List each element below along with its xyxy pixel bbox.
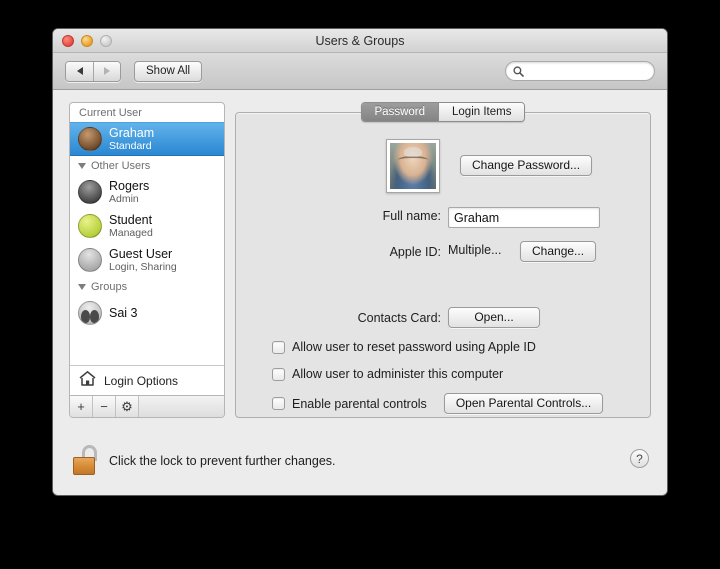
navigation-segmented-control xyxy=(65,60,121,82)
contacts-card-label: Contacts Card: xyxy=(357,311,441,325)
unlocked-padlock-icon[interactable] xyxy=(73,445,99,475)
tab-login-items[interactable]: Login Items xyxy=(438,103,525,121)
full-name-input[interactable] xyxy=(448,207,600,228)
left-arrow-icon xyxy=(76,67,83,75)
show-all-button[interactable]: Show All xyxy=(134,60,203,82)
chevron-down-icon xyxy=(78,284,86,290)
remove-user-button[interactable]: − xyxy=(93,396,116,417)
login-options-label: Login Options xyxy=(104,373,179,388)
checkbox-row-reset-password[interactable]: Allow user to reset password using Apple… xyxy=(272,340,536,354)
user-avatar[interactable] xyxy=(386,139,440,193)
dark-avatar-icon xyxy=(78,180,102,204)
footer-bar: Click the lock to prevent further change… xyxy=(53,437,667,495)
sidebar-section-header-groups[interactable]: Groups xyxy=(70,277,224,296)
password-tab-panel: Change Password... Full name: Apple ID: … xyxy=(235,112,651,418)
tab-password[interactable]: Password xyxy=(361,103,439,121)
user-role: Standard xyxy=(109,140,152,153)
photo-avatar-icon xyxy=(78,127,102,151)
zoom-button[interactable] xyxy=(100,35,112,47)
sidebar-section-header-current-user: Current User xyxy=(79,107,142,119)
user-role: Admin xyxy=(109,193,139,206)
checkbox-label: Allow user to administer this computer xyxy=(292,367,504,381)
gear-icon[interactable]: ⚙ xyxy=(116,396,139,417)
checkbox-row-parental-controls[interactable]: Enable parental controls Open Parental C… xyxy=(272,393,604,414)
checkbox-row-administer[interactable]: Allow user to administer this computer xyxy=(272,367,503,381)
search-input[interactable] xyxy=(528,65,648,77)
tab-bar: Password Login Items xyxy=(235,102,651,122)
checkbox-reset-password[interactable] xyxy=(272,340,285,354)
login-options-row[interactable]: Login Options xyxy=(70,365,224,395)
users-and-groups-window: Users & Groups Show All Current User Gra… xyxy=(52,28,668,496)
minimize-button[interactable] xyxy=(81,35,93,47)
window-title: Users & Groups xyxy=(315,34,405,48)
group-name: Sai 3 xyxy=(109,305,138,320)
section-label: Other Users xyxy=(91,160,151,172)
section-label: Groups xyxy=(91,281,128,293)
user-name: Guest User xyxy=(109,246,173,261)
checkbox-administer-computer[interactable] xyxy=(272,367,285,381)
window-body: Current User Graham Standard Other Users xyxy=(53,90,667,495)
chevron-down-icon xyxy=(78,163,86,169)
avatar-photo xyxy=(390,143,436,189)
user-role: Login, Sharing xyxy=(109,261,177,274)
house-icon xyxy=(78,370,97,392)
right-arrow-icon xyxy=(104,67,110,75)
sidebar-user-student[interactable]: Student Managed xyxy=(70,209,224,243)
open-parental-controls-button[interactable]: Open Parental Controls... xyxy=(443,393,604,414)
checkbox-parental-controls[interactable] xyxy=(272,397,285,410)
sidebar-group-sai3[interactable]: Sai 3 xyxy=(70,296,224,330)
back-button[interactable] xyxy=(66,61,93,81)
close-button[interactable] xyxy=(62,35,74,47)
apple-id-change-button[interactable]: Change... xyxy=(520,241,597,262)
change-password-button[interactable]: Change Password... xyxy=(460,155,593,176)
sidebar-user-guest[interactable]: Guest User Login, Sharing xyxy=(70,243,224,277)
search-icon xyxy=(513,65,524,77)
contacts-card-open-button: Open... xyxy=(448,307,540,328)
sidebar-button-bar: + − ⚙ xyxy=(70,395,224,417)
tennis-ball-avatar-icon xyxy=(78,214,102,238)
full-name-label: Full name: xyxy=(382,209,441,223)
sidebar-button-bar-filler xyxy=(139,396,224,417)
search-field[interactable] xyxy=(505,61,655,81)
add-user-button[interactable]: + xyxy=(70,396,93,417)
sidebar-section-header-other-users[interactable]: Other Users xyxy=(70,156,224,175)
apple-id-value: Multiple... xyxy=(448,243,502,257)
lock-status-text: Click the lock to prevent further change… xyxy=(109,454,336,468)
user-list: Current User Graham Standard Other Users xyxy=(70,103,224,365)
sidebar-user-rogers[interactable]: Rogers Admin xyxy=(70,175,224,209)
window-titlebar: Users & Groups xyxy=(53,29,667,53)
apple-id-label: Apple ID: xyxy=(389,245,441,259)
checkbox-label: Enable parental controls xyxy=(292,396,427,411)
group-avatar-icon xyxy=(78,301,102,325)
generic-person-avatar-icon xyxy=(78,248,102,272)
users-sidebar: Current User Graham Standard Other Users xyxy=(69,102,225,418)
user-name: Rogers xyxy=(109,178,150,193)
checkbox-label: Allow user to reset password using Apple… xyxy=(292,340,536,354)
user-name: Student xyxy=(109,212,153,227)
forward-button[interactable] xyxy=(93,61,120,81)
padlock-body xyxy=(73,457,95,475)
user-role: Managed xyxy=(109,227,153,240)
sidebar-user-graham[interactable]: Graham Standard xyxy=(70,122,224,156)
help-button[interactable]: ? xyxy=(630,449,649,468)
toolbar: Show All xyxy=(53,53,667,90)
user-name: Graham xyxy=(109,125,155,140)
